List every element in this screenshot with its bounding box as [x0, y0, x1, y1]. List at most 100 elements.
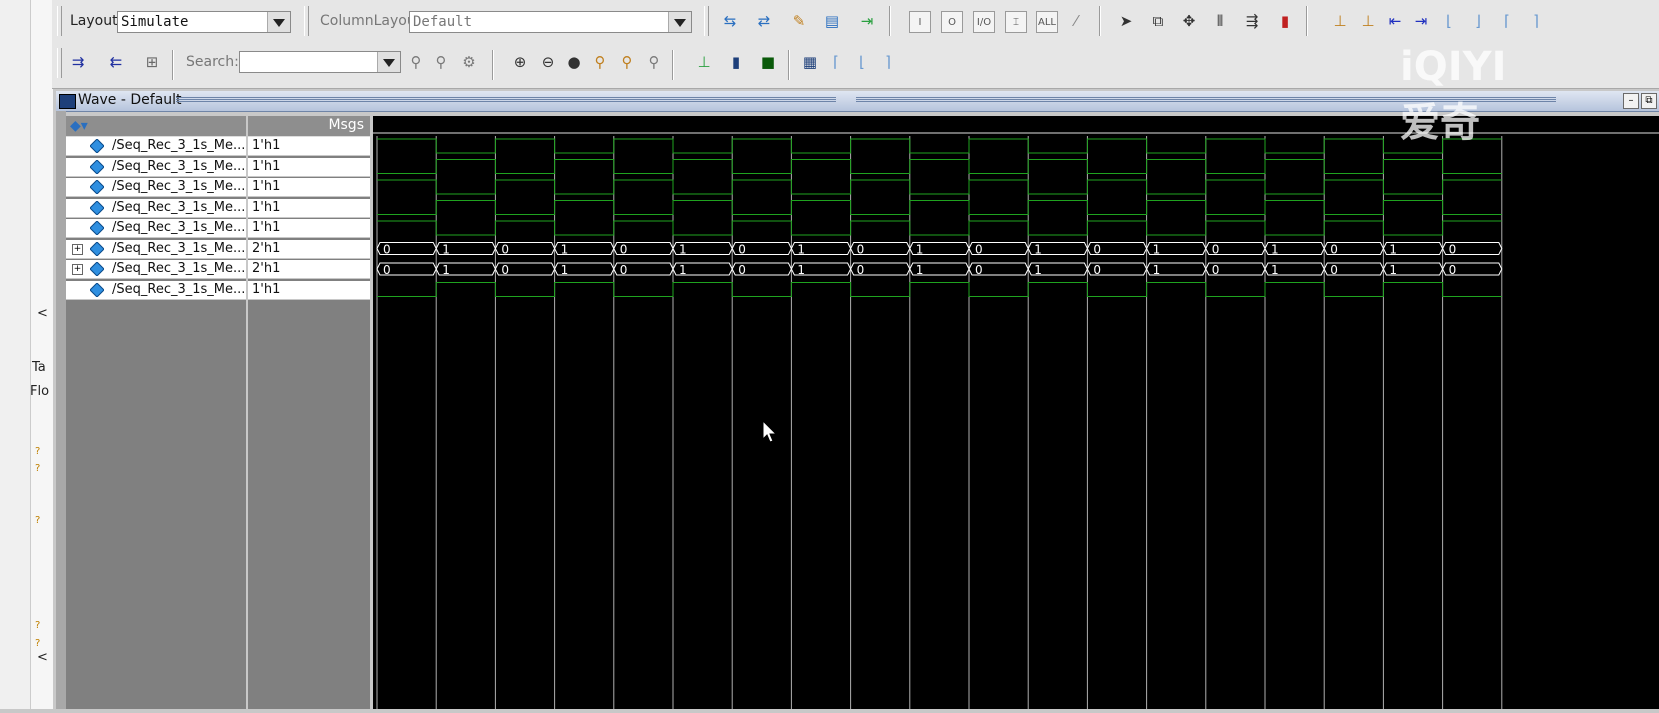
- step-over-icon[interactable]: ⇇: [104, 50, 128, 74]
- cursor-mode-icon[interactable]: ⇶: [1240, 9, 1264, 33]
- values-header: Msgs: [248, 116, 370, 137]
- value-row[interactable]: 1'h1: [248, 219, 370, 238]
- toolbar-grip[interactable]: [57, 48, 62, 78]
- bus-value-label: 1: [1034, 263, 1042, 277]
- output-filter-icon[interactable]: O: [941, 11, 963, 33]
- search-next-icon[interactable]: ⚲: [429, 50, 453, 74]
- zoom-full-icon[interactable]: ●: [562, 50, 586, 74]
- delete-cursor-icon[interactable]: ⊥: [1356, 9, 1380, 33]
- signal-row[interactable]: /Seq_Rec_3_1s_Me...: [66, 219, 246, 238]
- wave-sel-icon[interactable]: ⊥: [692, 50, 716, 74]
- wave-rise-icon[interactable]: ⌈: [824, 50, 848, 74]
- bus-value-label: 0: [383, 243, 391, 257]
- zoom-out-icon[interactable]: ⊖: [536, 50, 560, 74]
- bus-value-label: 0: [975, 263, 983, 277]
- toolbar-separator: [672, 50, 674, 80]
- signal-names-pane: ◆▾ /Seq_Rec_3_1s_Me... /Seq_Rec_3_1s_Me..…: [66, 116, 246, 709]
- prev-edge-icon[interactable]: ⇤: [1383, 9, 1407, 33]
- internal-filter-icon[interactable]: ⌶: [1005, 11, 1027, 33]
- value-row[interactable]: 1'h1: [248, 280, 370, 300]
- chevron-down-icon[interactable]: [377, 52, 400, 72]
- value-row[interactable]: 2'h1: [248, 239, 370, 259]
- wave-block-icon[interactable]: ▮: [724, 50, 748, 74]
- step-out-icon[interactable]: ⊞: [140, 50, 164, 74]
- find-transition-icon[interactable]: ⌉: [1524, 9, 1548, 33]
- signal-diamond-icon: [90, 221, 104, 235]
- signal-tools-icon[interactable]: ◆▾: [70, 118, 88, 134]
- wave-fill-icon[interactable]: ■: [756, 50, 780, 74]
- edit-wave-icon[interactable]: ✎: [787, 9, 811, 33]
- signal-diamond-icon: [90, 241, 104, 256]
- search-input[interactable]: [239, 51, 401, 73]
- bus-value-label: 1: [1153, 243, 1161, 257]
- toolbar-grip[interactable]: [57, 6, 62, 36]
- zoom-cursor-icon[interactable]: ⚲: [588, 50, 612, 74]
- flow-label-fragment[interactable]: Flo: [30, 384, 49, 399]
- signal-row[interactable]: /Seq_Rec_3_1s_Me...: [66, 178, 246, 197]
- zoom-in-icon[interactable]: ⊕: [508, 50, 532, 74]
- layout-select[interactable]: Simulate: [117, 11, 291, 33]
- waveform-pane[interactable]: 0 1 0 1 0 1 0 1 0 1 0 1 0 1 0 1 0 1 0 0 1 0 1 0 1 0 1 0 1 0 1 0 1 0 1 0 1 0: [373, 116, 1659, 709]
- value-row[interactable]: 1'h1: [248, 198, 370, 218]
- waveform-canvas[interactable]: 0 1 0 1 0 1 0 1 0 1 0 1 0 1 0 1 0 1 0 0 1 0 1 0 1 0 1 0 1 0 1 0 1 0 1 0 1 0: [373, 116, 1659, 709]
- signal-row[interactable]: /Seq_Rec_3_1s_Me...: [66, 157, 246, 177]
- input-filter-label: I: [918, 16, 922, 28]
- tab-label-fragment[interactable]: Ta: [32, 360, 46, 375]
- value-row[interactable]: 1'h1: [248, 178, 370, 197]
- signal-row[interactable]: /Seq_Rec_3_1s_Me...: [66, 280, 246, 300]
- signal-row[interactable]: /Seq_Rec_3_1s_Me...: [66, 137, 246, 156]
- step-icon[interactable]: ⇉: [66, 50, 90, 74]
- signal-row[interactable]: + /Seq_Rec_3_1s_Me...: [66, 260, 246, 279]
- wand-icon[interactable]: ⁄: [1064, 9, 1088, 33]
- status-mark: ?: [35, 515, 41, 526]
- find-falling-icon[interactable]: ⌋: [1466, 9, 1490, 33]
- chevron-down-icon[interactable]: [668, 12, 691, 32]
- add-wave-icon[interactable]: ⇄: [752, 9, 776, 33]
- toolbar-separator: [492, 50, 494, 80]
- minimize-icon[interactable]: –: [1623, 93, 1639, 109]
- bus-value-label: 1: [442, 263, 450, 277]
- column-layout-select[interactable]: Default: [409, 11, 692, 33]
- pan-mode-icon[interactable]: ✥: [1177, 9, 1201, 33]
- input-filter-icon[interactable]: I: [909, 11, 931, 33]
- signal-row[interactable]: + /Seq_Rec_3_1s_Me...: [66, 239, 246, 259]
- scroll-left-icon[interactable]: <: [37, 306, 48, 321]
- undock-icon[interactable]: ⧉: [1641, 93, 1657, 109]
- bus-value-label: 0: [1212, 243, 1220, 257]
- signal-value: 1'h1: [252, 281, 281, 297]
- search-prev-icon[interactable]: ⚲: [404, 50, 428, 74]
- value-row[interactable]: 2'h1: [248, 260, 370, 279]
- stop-light-icon[interactable]: ▮: [1273, 9, 1297, 33]
- insert-wave-icon[interactable]: ⇆: [718, 9, 742, 33]
- signal-row[interactable]: /Seq_Rec_3_1s_Me...: [66, 198, 246, 218]
- expand-icon[interactable]: +: [72, 243, 83, 255]
- value-row[interactable]: 1'h1: [248, 157, 370, 177]
- wave-fall-icon[interactable]: ⌊: [850, 50, 874, 74]
- scroll-left-bottom-icon[interactable]: <: [37, 650, 48, 665]
- bus-value-label: 0: [1449, 263, 1457, 277]
- next-edge-icon[interactable]: ⇥: [1409, 9, 1433, 33]
- zoom-cursors-icon[interactable]: ⚲: [615, 50, 639, 74]
- zoom-range-icon[interactable]: ⚲: [642, 50, 666, 74]
- wave-edge-icon[interactable]: ⌉: [876, 50, 900, 74]
- toolbar-grip[interactable]: [704, 6, 709, 36]
- divider-icon[interactable]: ⇥: [855, 9, 879, 33]
- group-icon[interactable]: ▤: [820, 9, 844, 33]
- inout-filter-icon[interactable]: I/O: [973, 11, 995, 33]
- names-header: ◆▾: [66, 116, 246, 137]
- bus-value-label: 0: [1330, 263, 1338, 277]
- chevron-down-icon[interactable]: [267, 12, 290, 32]
- search-options-icon[interactable]: ⚙: [457, 50, 481, 74]
- all-filter-icon[interactable]: ALL: [1036, 11, 1058, 33]
- select-mode-icon[interactable]: ➤: [1114, 9, 1138, 33]
- zoom-mode-icon[interactable]: ⧉: [1146, 9, 1170, 33]
- expand-icon[interactable]: +: [72, 264, 83, 275]
- find-rising-icon[interactable]: ⌈: [1495, 9, 1519, 33]
- find-edge-icon[interactable]: ⌊: [1437, 9, 1461, 33]
- bus-value-label: 0: [501, 243, 509, 257]
- edit-mode-icon[interactable]: ⫴: [1208, 9, 1232, 33]
- wave-pattern-icon[interactable]: ▦: [798, 50, 822, 74]
- value-row[interactable]: 1'h1: [248, 137, 370, 156]
- toolbar-grip[interactable]: [304, 6, 309, 36]
- insert-cursor-icon[interactable]: ⊥: [1328, 9, 1352, 33]
